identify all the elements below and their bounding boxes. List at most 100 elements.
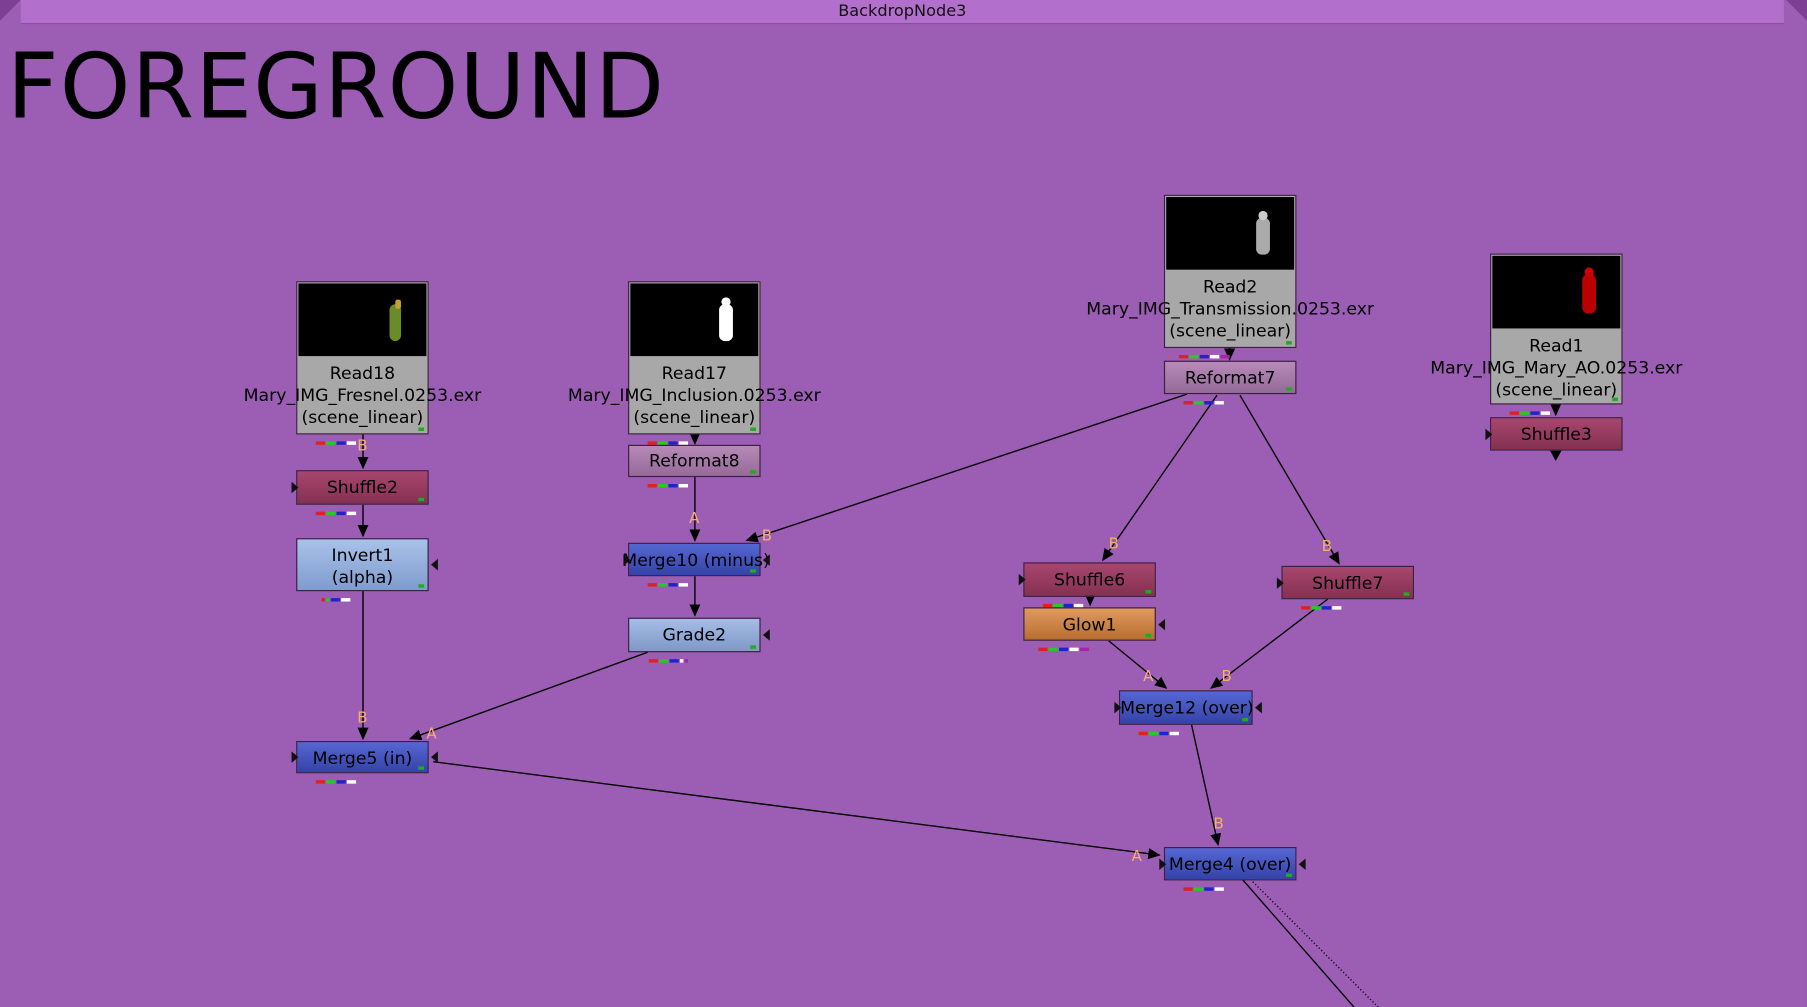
glow1-name: Glow1 <box>1062 614 1117 635</box>
node-status-dot <box>1286 341 1292 345</box>
mask-input-arrow-icon <box>1298 857 1306 870</box>
read18-colorspace: (scene_linear) <box>301 406 424 428</box>
channel-indicator <box>634 646 703 663</box>
channel-indicator <box>302 499 371 516</box>
shuffle3-output-arrow <box>1549 450 1562 461</box>
read2-thumbnail <box>1166 197 1295 270</box>
node-merge12[interactable]: Merge12 (over) <box>1114 690 1262 736</box>
node-status-dot <box>750 427 756 431</box>
node-invert1[interactable]: Invert1 (alpha) <box>296 538 438 602</box>
channel-indicator <box>1496 399 1565 415</box>
channel-indicator <box>1029 635 1098 652</box>
input-label-a: A <box>1143 668 1154 686</box>
mask-input-arrow-icon <box>1254 701 1262 714</box>
node-graph-canvas[interactable]: BackdropNode3 FOREGROUND B B A A B B B A… <box>0 0 1807 1007</box>
wire-reformat7-shuffle6 <box>1102 394 1218 562</box>
merge10-name: Merge10 (minus) <box>622 549 770 571</box>
node-merge10[interactable]: Merge10 (minus) <box>622 542 770 587</box>
node-status-dot <box>1286 387 1292 391</box>
node-shuffle7[interactable]: Shuffle7 <box>1276 565 1414 610</box>
wire-merge5-merge4 <box>433 761 1161 860</box>
node-read18[interactable]: Read18 Mary_IMG_Fresnel.0253.exr (scene_… <box>244 281 481 445</box>
read1-thumbnail <box>1492 255 1621 329</box>
shuffle2-name: Shuffle2 <box>326 477 399 498</box>
channel-indicator <box>1287 593 1356 610</box>
node-status-dot <box>418 766 425 770</box>
connection-wires <box>357 348 1562 1007</box>
shuffle7-name: Shuffle7 <box>1312 572 1384 594</box>
node-merge4[interactable]: Merge4 (over) <box>1159 847 1306 891</box>
mask-input-arrow-icon <box>430 558 438 571</box>
mask-input-arrow-icon <box>430 751 438 763</box>
channel-indicator <box>302 429 371 445</box>
channel-indicator <box>302 585 371 602</box>
read2-name: Read2 <box>1202 276 1258 298</box>
read2-file: Mary_IMG_Transmission.0253.exr <box>1086 298 1375 320</box>
node-read1[interactable]: Read1 Mary_IMG_Mary_AO.0253.exr (scene_l… <box>1430 253 1682 415</box>
node-reformat7[interactable]: Reformat7 <box>1163 360 1297 405</box>
merge4-name: Merge4 (over) <box>1168 853 1292 875</box>
node-status-dot <box>750 569 756 573</box>
node-shuffle3[interactable]: Shuffle3 <box>1485 417 1623 451</box>
mask-input-arrow-icon <box>1158 618 1166 630</box>
input-label-a: A <box>1131 848 1142 866</box>
node-status-dot <box>1145 590 1152 594</box>
node-shuffle6[interactable]: Shuffle6 <box>1018 562 1156 608</box>
node-read2[interactable]: Read2 Mary_IMG_Transmission.0253.exr (sc… <box>1086 194 1374 359</box>
input-label-b: B <box>357 437 368 456</box>
read1-name: Read1 <box>1529 335 1584 357</box>
input-label-b: B <box>1213 815 1224 834</box>
reformat8-name: Reformat8 <box>649 450 740 472</box>
node-glow1[interactable]: Glow1 <box>1023 607 1166 652</box>
read17-thumbnail <box>630 283 759 357</box>
node-status-dot <box>1403 592 1410 596</box>
node-shuffle2[interactable]: Shuffle2 <box>291 470 429 516</box>
wire-grade2-merge5 <box>408 651 648 741</box>
node-status-dot <box>1242 717 1249 722</box>
channel-indicator <box>634 570 703 587</box>
mask-input-arrow-icon <box>762 553 770 566</box>
node-status-dot <box>1612 397 1618 402</box>
input-label-b: B <box>1108 535 1119 554</box>
input-label-b: B <box>761 527 773 546</box>
read2-colorspace: (scene_linear) <box>1169 320 1292 342</box>
read17-colorspace: (scene_linear) <box>633 406 756 428</box>
channel-indicator <box>634 429 703 445</box>
node-status-dot <box>750 470 756 474</box>
grade2-name: Grade2 <box>662 624 727 646</box>
merge12-name: Merge12 (over) <box>1120 697 1254 718</box>
read18-name: Read18 <box>329 363 396 384</box>
input-label-b: B <box>357 709 368 728</box>
node-status-dot <box>418 497 425 502</box>
node-status-dot <box>418 427 425 431</box>
read17-name: Read17 <box>661 363 728 384</box>
node-reformat8[interactable]: Reformat8 <box>628 444 761 488</box>
channel-indicator <box>634 471 703 488</box>
shuffle6-name: Shuffle6 <box>1053 569 1126 591</box>
channel-indicator <box>302 767 371 784</box>
node-status-dot <box>750 645 756 649</box>
wire-glow1-merge12 <box>1108 640 1168 689</box>
node-merge5[interactable]: Merge5 (in) <box>291 740 438 784</box>
channel-indicator <box>1170 388 1239 405</box>
read1-colorspace: (scene_linear) <box>1495 379 1618 400</box>
channel-indicator <box>1125 719 1194 736</box>
wire-reformat7-merge10 <box>745 393 1188 543</box>
read18-file: Mary_IMG_Fresnel.0253.exr <box>243 384 482 406</box>
channel-indicator <box>1170 342 1239 359</box>
node-status-dot <box>418 584 425 588</box>
read1-file: Mary_IMG_Mary_AO.0253.exr <box>1430 357 1683 378</box>
wire-merge4-mask <box>1249 878 1379 1007</box>
read18-thumbnail <box>298 283 427 357</box>
node-grade2[interactable]: Grade2 <box>628 617 770 663</box>
invert1-name: Invert1 <box>331 545 394 566</box>
input-label-b: B <box>1321 538 1333 556</box>
mask-input-arrow-icon <box>762 629 770 641</box>
wire-merge4-output <box>1241 878 1355 1007</box>
node-status-dot <box>1286 873 1292 877</box>
node-read17[interactable]: Read17 Mary_IMG_Inclusion.0253.exr (scen… <box>568 281 821 445</box>
input-label-a: A <box>689 510 700 528</box>
input-label-b: B <box>1221 668 1232 686</box>
channel-indicator <box>1029 591 1098 608</box>
channel-indicator <box>1170 875 1239 891</box>
